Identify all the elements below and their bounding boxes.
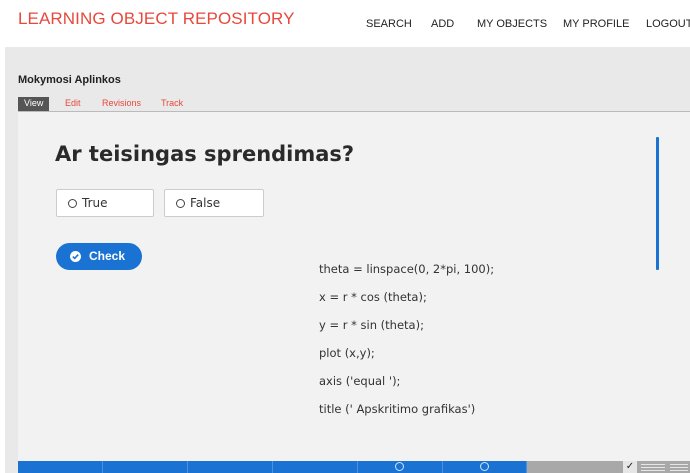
object-tabs: View Edit Revisions Track	[18, 97, 690, 112]
option-label: True	[82, 196, 108, 210]
tab-view[interactable]: View	[18, 97, 50, 111]
slide-segment[interactable]	[103, 461, 188, 473]
tab-track[interactable]: Track	[161, 97, 183, 110]
slide-segment[interactable]	[273, 461, 358, 473]
option-false[interactable]: False	[164, 189, 264, 217]
menu-line-icon	[641, 464, 665, 465]
tab-edit[interactable]: Edit	[65, 97, 81, 110]
radio-icon[interactable]	[68, 199, 77, 208]
check-circle-icon	[70, 251, 81, 262]
scrollbar-thumb[interactable]	[656, 137, 659, 270]
slide-segment[interactable]	[443, 461, 527, 473]
option-true[interactable]: True	[56, 189, 154, 217]
slide-segment[interactable]	[18, 461, 103, 473]
code-line: y = r * sin (theta);	[319, 318, 424, 332]
code-line: axis ('equal ');	[319, 374, 401, 388]
question-text: Ar teisingas sprendimas?	[55, 142, 355, 166]
code-line: theta = linspace(0, 2*pi, 100);	[319, 262, 495, 276]
header-bar: LEARNING OBJECT REPOSITORY SEARCH ADD MY…	[0, 0, 690, 47]
tab-revisions[interactable]: Revisions	[102, 97, 141, 110]
check-button[interactable]: Check	[56, 243, 142, 270]
slide-segment[interactable]	[358, 461, 443, 473]
circle-icon	[480, 462, 489, 471]
left-edge	[0, 47, 5, 473]
code-line: x = r * cos (theta);	[319, 290, 427, 304]
nav-my-objects[interactable]: MY OBJECTS	[477, 18, 547, 30]
code-line: plot (x,y);	[319, 346, 375, 360]
menu-line-icon	[641, 470, 665, 471]
main-nav: SEARCH ADD MY OBJECTS MY PROFILE LOGOUT	[0, 18, 690, 32]
nav-my-profile[interactable]: MY PROFILE	[563, 18, 629, 30]
menu-line-icon	[670, 464, 688, 465]
slide-segment-inactive: ✓	[527, 461, 690, 473]
circle-icon	[395, 462, 404, 471]
menu-line-icon	[670, 467, 688, 468]
nav-logout[interactable]: LOGOUT	[646, 18, 690, 30]
checkmark-icon[interactable]: ✓	[623, 461, 637, 473]
radio-icon[interactable]	[176, 199, 185, 208]
code-line: title (' Apskritimo grafikas')	[319, 402, 476, 416]
slide-navigation-bar: ✓	[18, 461, 690, 473]
slide-segment[interactable]	[188, 461, 273, 473]
nav-add[interactable]: ADD	[431, 18, 454, 30]
option-label: False	[190, 196, 221, 210]
nav-search[interactable]: SEARCH	[366, 18, 412, 30]
menu-line-icon	[670, 470, 688, 471]
object-title: Mokymosi Aplinkos	[18, 74, 121, 86]
check-label: Check	[89, 249, 126, 263]
menu-line-icon	[641, 467, 665, 468]
